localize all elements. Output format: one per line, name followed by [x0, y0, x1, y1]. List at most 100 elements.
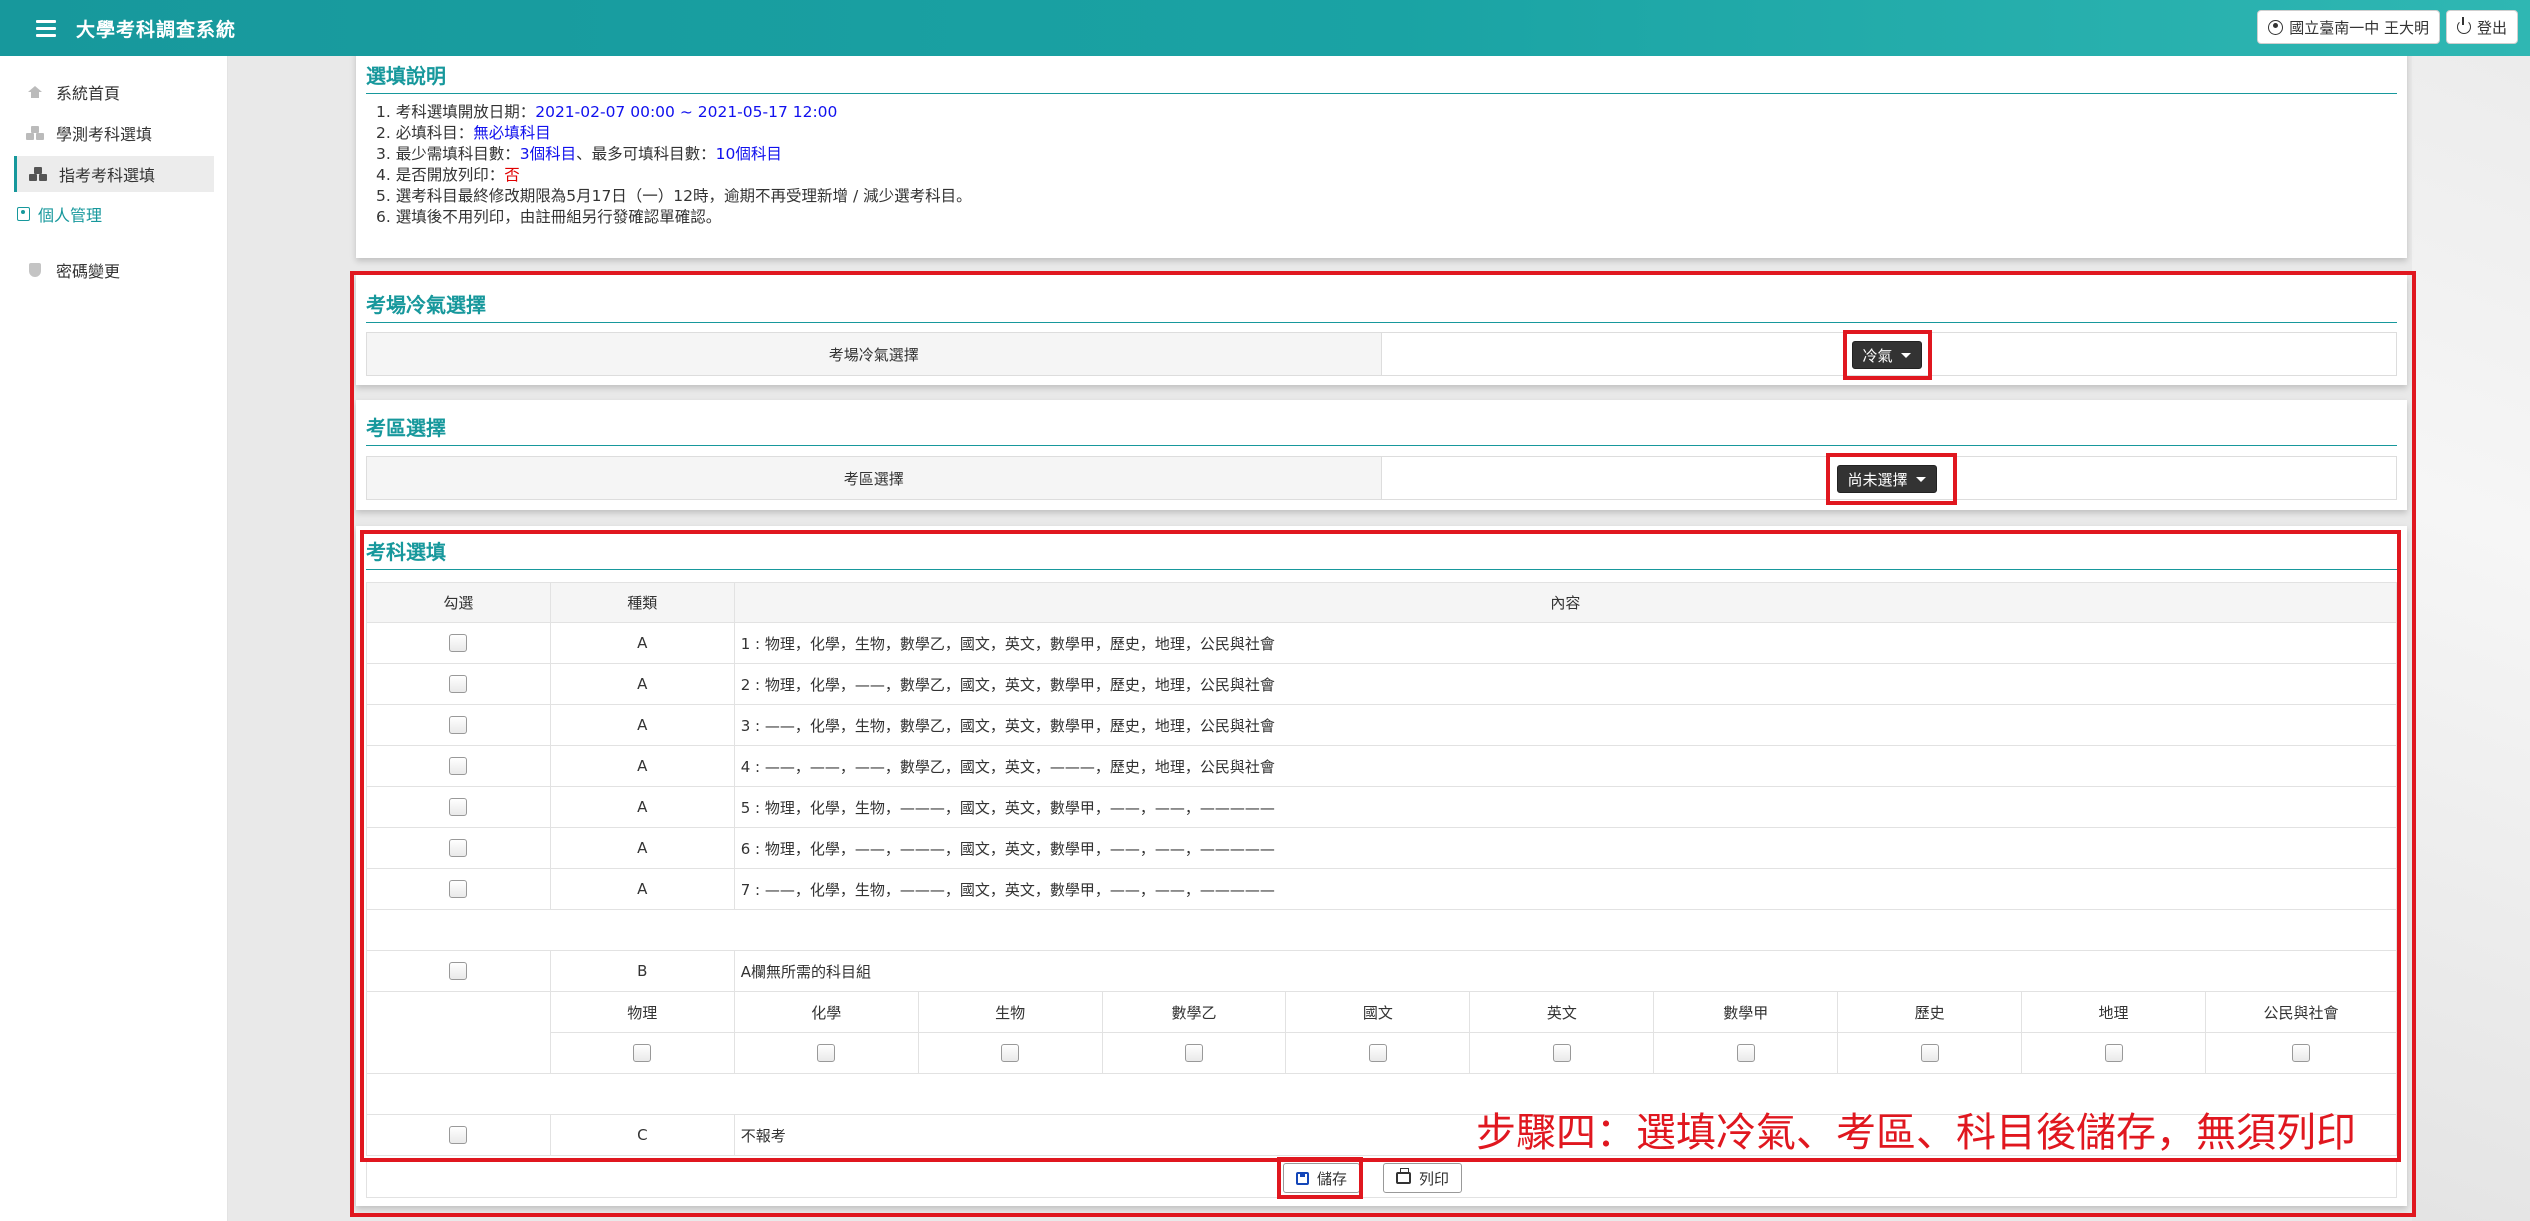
user-circle-icon [2268, 19, 2284, 35]
subject-check-cell [1837, 1032, 2023, 1074]
content-cell: 3 : ——，化學，生物，數學乙，國文，英文，數學甲，歷史，地理，公民與社會 [733, 704, 2398, 746]
subject-checkbox-geography[interactable] [2104, 1044, 2123, 1063]
subject-name: 生物 [917, 991, 1103, 1033]
subject-name: 英文 [1469, 991, 1655, 1033]
logout-button[interactable]: 登出 [2445, 10, 2518, 44]
power-icon [2456, 17, 2471, 34]
home-icon [26, 83, 44, 101]
check-cell [366, 704, 551, 746]
subject-check-cell [1653, 1032, 1839, 1074]
subject-name: 歷史 [1837, 991, 2023, 1033]
content-cell: 1 : 物理，化學，生物，數學乙，國文，英文，數學甲，歷史，地理，公民與社會 [733, 622, 2398, 664]
subject-checkbox-english[interactable] [1552, 1044, 1571, 1063]
subject-name: 物理 [549, 991, 735, 1033]
table-row: A 1 : 物理，化學，生物，數學乙，國文，英文，數學甲，歷史，地理，公民與社會 [366, 622, 2398, 664]
subject-checkbox-chinese[interactable] [1368, 1044, 1387, 1063]
empty-cell [366, 1032, 551, 1074]
subject-checkbox-civics[interactable] [2292, 1044, 2310, 1063]
save-button[interactable]: 儲存 [1283, 1163, 1361, 1193]
print-icon [1396, 1168, 1411, 1184]
subject-checkbox-chemistry[interactable] [817, 1044, 836, 1063]
user-button[interactable]: 國立臺南一中 王大明 [2257, 10, 2440, 44]
user-square-icon [14, 205, 32, 223]
note-text: 4. 是否開放列印： [376, 166, 505, 184]
sidebar-item-gsat-selection[interactable]: 學測考科選填 [14, 115, 214, 151]
subject-name: 國文 [1285, 991, 1471, 1033]
subject-checkbox-math-b[interactable] [1185, 1044, 1204, 1063]
list-item: 5. 選考科目最終修改期限為5月17日（一）12時，逾期不再受理新增 / 減少選… [376, 187, 972, 205]
row-checkbox[interactable] [449, 675, 468, 694]
ac-dropdown[interactable]: 冷氣 [1851, 341, 1922, 369]
divider [366, 93, 2397, 94]
row-checkbox[interactable] [449, 1126, 468, 1145]
subject-check-cell [2021, 1032, 2206, 1074]
print-button[interactable]: 列印 [1383, 1163, 1463, 1193]
save-label: 儲存 [1317, 1169, 1348, 1188]
check-cell [366, 827, 551, 869]
header-content: 內容 [733, 582, 2398, 623]
area-selection-row: 考區選擇 尚未選擇 [366, 456, 2397, 500]
header-check: 勾選 [366, 582, 551, 623]
instructions-list: 1. 考科選填開放日期：2021-02-07 00:00 ~ 2021-05-1… [376, 102, 972, 228]
subject-checkbox-history[interactable] [1920, 1044, 1939, 1063]
row-checkbox[interactable] [449, 798, 468, 817]
b-subject-header-row: 物理 化學 生物 數學乙 國文 英文 數學甲 歷史 地理 公民與社會 [366, 991, 2397, 1033]
ac-selection-panel: 考場冷氣選擇 考場冷氣選擇 冷氣 [356, 275, 2407, 385]
table-header-row: 勾選 種類 內容 [366, 582, 2398, 623]
save-icon [1296, 1171, 1309, 1185]
ac-selected-value: 冷氣 [1862, 346, 1893, 365]
print-allowed-value: 否 [504, 166, 520, 184]
table-row: A 2 : 物理，化學，——，數學乙，國文，英文，數學甲，歷史，地理，公民與社會 [366, 663, 2398, 705]
subject-check-cell [1101, 1032, 1287, 1074]
ac-section-title: 考場冷氣選擇 [366, 293, 486, 317]
row-checkbox[interactable] [449, 716, 468, 735]
subject-name: 公民與社會 [2205, 991, 2397, 1033]
subject-checkbox-physics[interactable] [633, 1044, 652, 1063]
user-label: 國立臺南一中 王大明 [2289, 18, 2429, 37]
sidebar-item-ast-selection[interactable]: 指考考科選填 [14, 156, 214, 192]
table-row: A 3 : ——，化學，生物，數學乙，國文，英文，數學甲，歷史，地理，公民與社會 [366, 704, 2398, 746]
list-item: 1. 考科選填開放日期：2021-02-07 00:00 ~ 2021-05-1… [376, 102, 972, 123]
subject-checkbox-math-a[interactable] [1736, 1044, 1755, 1063]
empty-cell [366, 991, 551, 1033]
row-checkbox[interactable] [449, 634, 468, 653]
sidebar-item-label: 學測考科選填 [56, 125, 153, 144]
menu-icon[interactable] [36, 19, 56, 37]
sidebar-item-personal[interactable]: 個人管理 [12, 196, 212, 232]
open-date-range: 2021-02-07 00:00 ~ 2021-05-17 12:00 [535, 103, 838, 121]
sidebar-item-label: 密碼變更 [56, 262, 121, 281]
check-cell [366, 868, 551, 910]
row-checkbox[interactable] [449, 880, 468, 899]
list-item: 2. 必填科目：無必填科目 [376, 123, 972, 144]
note-text: 3. 最少需填科目數： [376, 145, 520, 163]
table-row: A 7 : ——，化學，生物，———，國文，英文，數學甲，——，——，————— [366, 868, 2398, 910]
row-checkbox[interactable] [449, 839, 468, 858]
row-checkbox[interactable] [449, 757, 468, 776]
sidebar-item-home[interactable]: 系統首頁 [14, 74, 214, 110]
check-cell [366, 663, 551, 705]
sidebar-item-password[interactable]: 密碼變更 [14, 252, 214, 288]
type-cell: C [549, 1114, 735, 1156]
subject-check-cell [2205, 1032, 2397, 1074]
row-checkbox[interactable] [449, 962, 468, 981]
shield-icon [26, 261, 44, 279]
subject-checkbox-biology[interactable] [1001, 1044, 1020, 1063]
list-item: 4. 是否開放列印：否 [376, 165, 972, 186]
type-cell: A [549, 827, 735, 869]
logout-label: 登出 [2476, 18, 2507, 37]
type-cell: B [549, 950, 735, 992]
subject-name: 數學乙 [1101, 991, 1287, 1033]
check-cell [366, 622, 551, 664]
sidebar-item-label: 指考考科選填 [59, 166, 156, 185]
area-dropdown[interactable]: 尚未選擇 [1836, 465, 1937, 493]
spacer-row [366, 909, 2397, 951]
type-cell: A [549, 786, 735, 828]
subject-check-cell [549, 1032, 735, 1074]
type-cell: A [549, 745, 735, 787]
instructions-title: 選填說明 [366, 64, 446, 88]
area-label: 考區選擇 [367, 457, 1382, 499]
check-cell [366, 745, 551, 787]
subjects-table: 勾選 種類 內容 A 1 : 物理，化學，生物，數學乙，國文，英文，數學甲，歷史… [366, 582, 2398, 1156]
type-cell: A [549, 704, 735, 746]
caret-down-icon [1915, 476, 1926, 482]
